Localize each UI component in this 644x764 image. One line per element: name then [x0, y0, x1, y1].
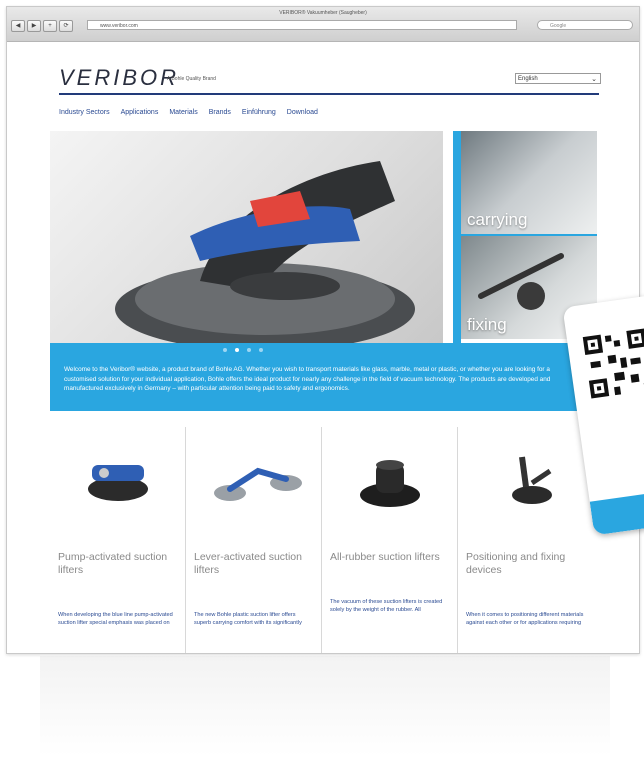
product-card-rubber[interactable]: All-rubber suction lifters The vacuum of…: [322, 427, 458, 653]
product-card-pump[interactable]: Pump-activated suction lifters When deve…: [50, 427, 186, 653]
product-title: Pump-activated suction lifters: [58, 551, 168, 576]
positioning-device-icon: [512, 456, 552, 504]
product-desc: When developing the blue line pump-activ…: [58, 612, 173, 627]
slide-dot-1[interactable]: [223, 348, 227, 352]
search-input[interactable]: Google: [537, 20, 633, 30]
language-value: English: [518, 76, 538, 82]
positioning-device-image: [466, 427, 586, 515]
slide-dot-4[interactable]: [259, 348, 263, 352]
welcome-banner: Welcome to the Veribor® website, a produ…: [50, 343, 597, 411]
pump-lifter-icon: [88, 465, 148, 501]
carrying-label: carrying: [467, 210, 528, 229]
browser-toolbar: VERIBOR® Vakuumheber (Saugheber) ◀ ▶ + ⟳…: [7, 7, 639, 42]
forward-button[interactable]: ▶: [27, 20, 41, 32]
nav-brands[interactable]: Brands: [209, 109, 231, 116]
qr-card-accent: [589, 488, 644, 536]
carrying-tile[interactable]: carrying: [461, 131, 597, 234]
language-select[interactable]: English ⌄: [515, 73, 601, 84]
hero-slider-image[interactable]: [50, 131, 443, 344]
main-nav: Industry Sectors Applications Materials …: [59, 109, 318, 116]
address-bar[interactable]: www.veribor.com: [87, 20, 517, 30]
lever-lifter-image: [194, 427, 313, 515]
product-desc: When it comes to positioning different m…: [466, 612, 584, 627]
product-desc: The new Bohle plastic suction lifter off…: [194, 612, 302, 627]
nav-applications[interactable]: Applications: [121, 109, 159, 116]
fixing-label: fixing: [467, 315, 507, 334]
rubber-lifter-image: [330, 427, 449, 515]
product-desc: The vacuum of these suction lifters is c…: [330, 599, 443, 614]
qr-code-icon: [580, 326, 644, 401]
back-button[interactable]: ◀: [11, 20, 25, 32]
reload-button[interactable]: ⟳: [59, 20, 73, 32]
lever-lifter-icon: [214, 467, 302, 501]
browser-nav-buttons: ◀ ▶ + ⟳: [11, 20, 73, 32]
nav-industry-sectors[interactable]: Industry Sectors: [59, 109, 110, 116]
slide-dot-3[interactable]: [247, 348, 251, 352]
pump-lifter-image: [58, 427, 177, 515]
suction-lifter-hero-icon: [115, 161, 415, 344]
nav-einfuehrung[interactable]: Einführung: [242, 109, 276, 116]
product-title: Lever-activated suction lifters: [194, 551, 302, 576]
product-title: All-rubber suction lifters: [330, 551, 440, 563]
nav-download[interactable]: Download: [287, 109, 318, 116]
browser-window: VERIBOR® Vakuumheber (Saugheber) ◀ ▶ + ⟳…: [6, 6, 640, 654]
add-tab-button[interactable]: +: [43, 20, 57, 32]
web-page: VERIBOR A Bohle Quality Brand English ⌄ …: [47, 43, 617, 653]
nav-materials[interactable]: Materials: [169, 109, 197, 116]
rubber-lifter-icon: [360, 460, 420, 507]
product-card-positioning[interactable]: Positioning and fixing devices When it c…: [458, 427, 594, 653]
page-reflection: [40, 656, 610, 756]
slider-dots: [223, 348, 263, 352]
welcome-text: Welcome to the Veribor® website, a produ…: [64, 366, 551, 393]
slide-dot-2[interactable]: [235, 348, 239, 352]
header-divider: [59, 93, 599, 95]
veribor-logo[interactable]: VERIBOR: [59, 65, 179, 91]
hero-side-frame: [453, 131, 461, 344]
product-title: Positioning and fixing devices: [466, 551, 566, 576]
window-title: VERIBOR® Vakuumheber (Saugheber): [279, 10, 367, 16]
product-grid: Pump-activated suction lifters When deve…: [50, 427, 597, 653]
product-card-lever[interactable]: Lever-activated suction lifters The new …: [186, 427, 322, 653]
tagline: A Bohle Quality Brand: [167, 76, 216, 82]
chevron-down-icon: ⌄: [591, 76, 597, 83]
